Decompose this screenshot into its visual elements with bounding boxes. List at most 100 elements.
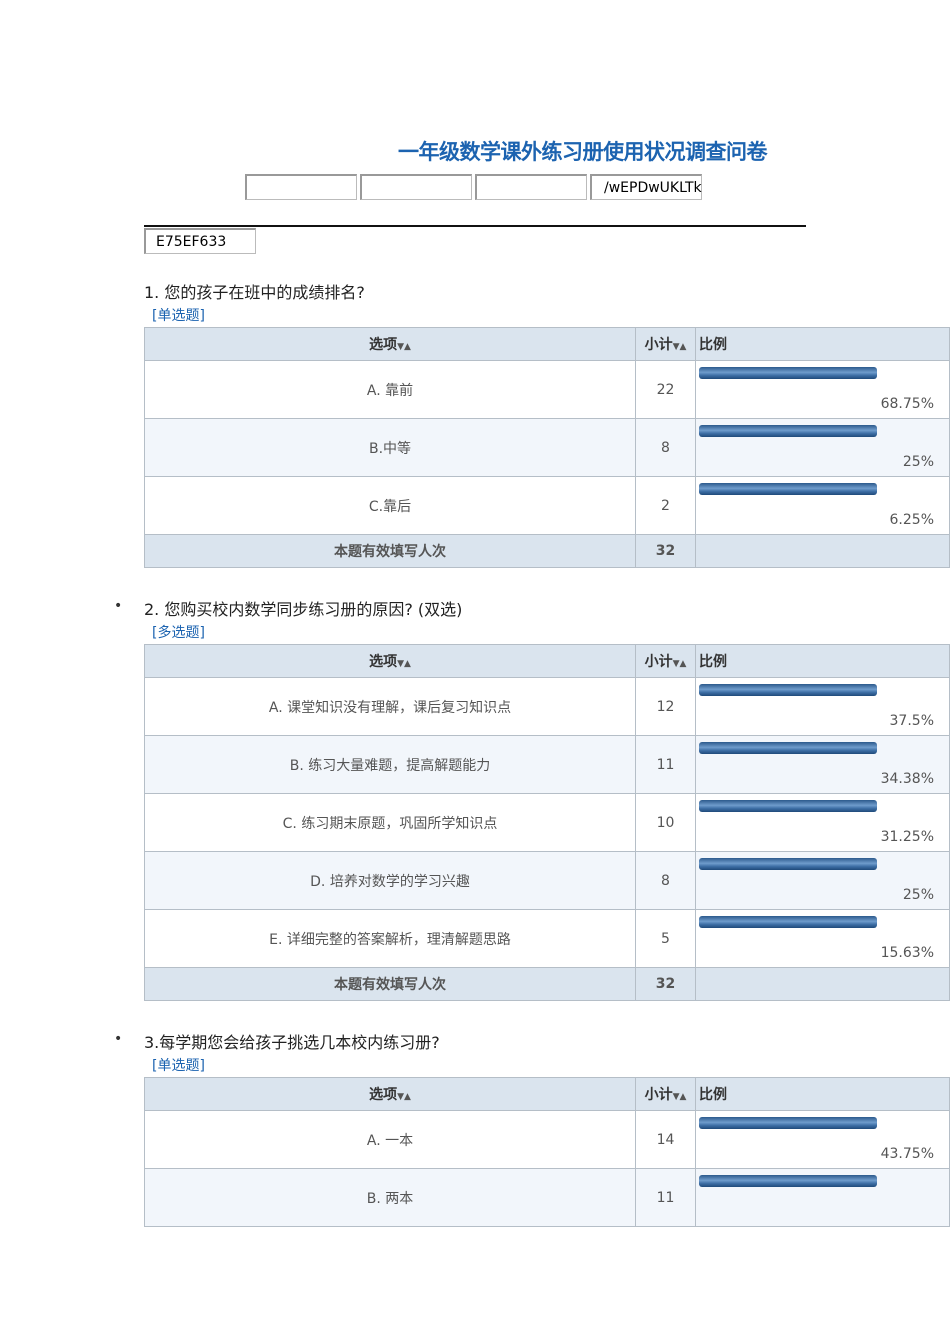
ratio-cell: 25% (695, 418, 950, 477)
option-count: 5 (635, 909, 696, 968)
table-row: A. 一本 14 43.75% (144, 1110, 950, 1169)
option-count: 14 (635, 1110, 696, 1169)
option-count: 8 (635, 851, 696, 910)
ratio-percent: 43.75% (880, 1146, 934, 1162)
ratio-cell: 43.75% (695, 1110, 950, 1169)
divider (144, 225, 806, 227)
option-count: 12 (635, 677, 696, 736)
table-row: C. 练习期末原题，巩固所学知识点 10 31.25% (144, 793, 950, 852)
viewstate-input[interactable]: /wEPDwUKLTk (590, 174, 702, 200)
option-label: A. 课堂知识没有理解，课后复习知识点 (144, 677, 636, 736)
ratio-percent: 6.25% (889, 512, 934, 528)
question-type: [单选题] (152, 1058, 205, 1074)
header-count[interactable]: 小计▼▲ (635, 1077, 696, 1111)
option-label: D. 培养对数学的学习兴趣 (144, 851, 636, 910)
header-count[interactable]: 小计▼▲ (635, 327, 696, 361)
table-footer: 本题有效填写人次 32 (144, 967, 950, 1001)
results-table: 选项▼▲ 小计▼▲ 比例 A. 靠前 22 68.75% B.中等 8 25% … (144, 327, 950, 568)
option-label: B. 练习大量难题，提高解题能力 (144, 735, 636, 794)
ratio-bar (699, 1117, 877, 1129)
sort-icon[interactable]: ▼▲ (673, 659, 687, 669)
hidden-input-2[interactable] (360, 174, 472, 200)
table-row: A. 课堂知识没有理解，课后复习知识点 12 37.5% (144, 677, 950, 736)
ratio-cell: 25% (695, 851, 950, 910)
ratio-cell: 34.38% (695, 735, 950, 794)
question-title: 1. 您的孩子在班中的成绩排名? (144, 283, 365, 302)
ratio-bar (699, 800, 877, 812)
header-count[interactable]: 小计▼▲ (635, 644, 696, 678)
sort-icon[interactable]: ▼▲ (397, 1092, 411, 1102)
footer-label: 本题有效填写人次 (144, 534, 636, 568)
ratio-bar (699, 483, 877, 495)
header-ratio: 比例 (695, 644, 950, 678)
option-label: B.中等 (144, 418, 636, 477)
ratio-percent: 37.5% (889, 713, 934, 729)
option-label: A. 一本 (144, 1110, 636, 1169)
table-row: B.中等 8 25% (144, 418, 950, 477)
option-label: A. 靠前 (144, 360, 636, 419)
footer-total: 32 (635, 534, 696, 568)
ratio-percent: 31.25% (880, 829, 934, 845)
table-row: C.靠后 2 6.25% (144, 476, 950, 535)
table-footer: 本题有效填写人次 32 (144, 534, 950, 568)
ratio-bar (699, 1175, 877, 1187)
ratio-bar (699, 742, 877, 754)
header-option[interactable]: 选项▼▲ (144, 644, 636, 678)
footer-total: 32 (635, 967, 696, 1001)
option-count: 11 (635, 1168, 696, 1227)
option-count: 10 (635, 793, 696, 852)
table-row: B. 练习大量难题，提高解题能力 11 34.38% (144, 735, 950, 794)
bullet: • (114, 598, 123, 614)
page-title: 一年级数学课外练习册使用状况调查问卷 (398, 140, 768, 164)
ratio-cell: 6.25% (695, 476, 950, 535)
ratio-bar (699, 916, 877, 928)
table-header: 选项▼▲ 小计▼▲ 比例 (144, 644, 950, 678)
ratio-bar (699, 367, 877, 379)
option-label: C.靠后 (144, 476, 636, 535)
footer-label: 本题有效填写人次 (144, 967, 636, 1001)
ratio-percent: 25% (902, 454, 934, 470)
table-header: 选项▼▲ 小计▼▲ 比例 (144, 327, 950, 361)
bullet: • (114, 1031, 123, 1047)
header-option[interactable]: 选项▼▲ (144, 327, 636, 361)
code-input[interactable]: E75EF633 (144, 228, 256, 254)
ratio-bar (699, 858, 877, 870)
ratio-percent: 25% (902, 887, 934, 903)
ratio-cell: 68.75% (695, 360, 950, 419)
header-option[interactable]: 选项▼▲ (144, 1077, 636, 1111)
ratio-cell: 37.5% (695, 677, 950, 736)
sort-icon[interactable]: ▼▲ (673, 1092, 687, 1102)
question-title: 2. 您购买校内数学同步练习册的原因? (双选) (144, 600, 463, 619)
ratio-bar (699, 425, 877, 437)
table-header: 选项▼▲ 小计▼▲ 比例 (144, 1077, 950, 1111)
ratio-percent: 68.75% (880, 396, 934, 412)
ratio-percent: 15.63% (880, 945, 934, 961)
results-table: 选项▼▲ 小计▼▲ 比例 A. 课堂知识没有理解，课后复习知识点 12 37.5… (144, 644, 950, 1001)
sort-icon[interactable]: ▼▲ (397, 659, 411, 669)
ratio-bar (699, 684, 877, 696)
option-label: C. 练习期末原题，巩固所学知识点 (144, 793, 636, 852)
ratio-cell: 31.25% (695, 793, 950, 852)
sort-icon[interactable]: ▼▲ (673, 342, 687, 352)
header-ratio: 比例 (695, 327, 950, 361)
option-count: 22 (635, 360, 696, 419)
results-table: 选项▼▲ 小计▼▲ 比例 A. 一本 14 43.75% B. 两本 11 (144, 1077, 950, 1227)
sort-icon[interactable]: ▼▲ (397, 342, 411, 352)
hidden-input-3[interactable] (475, 174, 587, 200)
table-row: E. 详细完整的答案解析，理清解题思路 5 15.63% (144, 909, 950, 968)
option-count: 2 (635, 476, 696, 535)
ratio-percent: 34.38% (880, 771, 934, 787)
header-ratio: 比例 (695, 1077, 950, 1111)
option-count: 11 (635, 735, 696, 794)
option-label: E. 详细完整的答案解析，理清解题思路 (144, 909, 636, 968)
hidden-input-1[interactable] (245, 174, 357, 200)
option-count: 8 (635, 418, 696, 477)
table-row: B. 两本 11 (144, 1168, 950, 1227)
question-type: [单选题] (152, 308, 205, 324)
table-row: A. 靠前 22 68.75% (144, 360, 950, 419)
ratio-cell: 15.63% (695, 909, 950, 968)
question-title: 3.每学期您会给孩子挑选几本校内练习册? (144, 1033, 440, 1052)
question-type: [多选题] (152, 625, 205, 641)
ratio-cell (695, 1168, 950, 1227)
table-row: D. 培养对数学的学习兴趣 8 25% (144, 851, 950, 910)
